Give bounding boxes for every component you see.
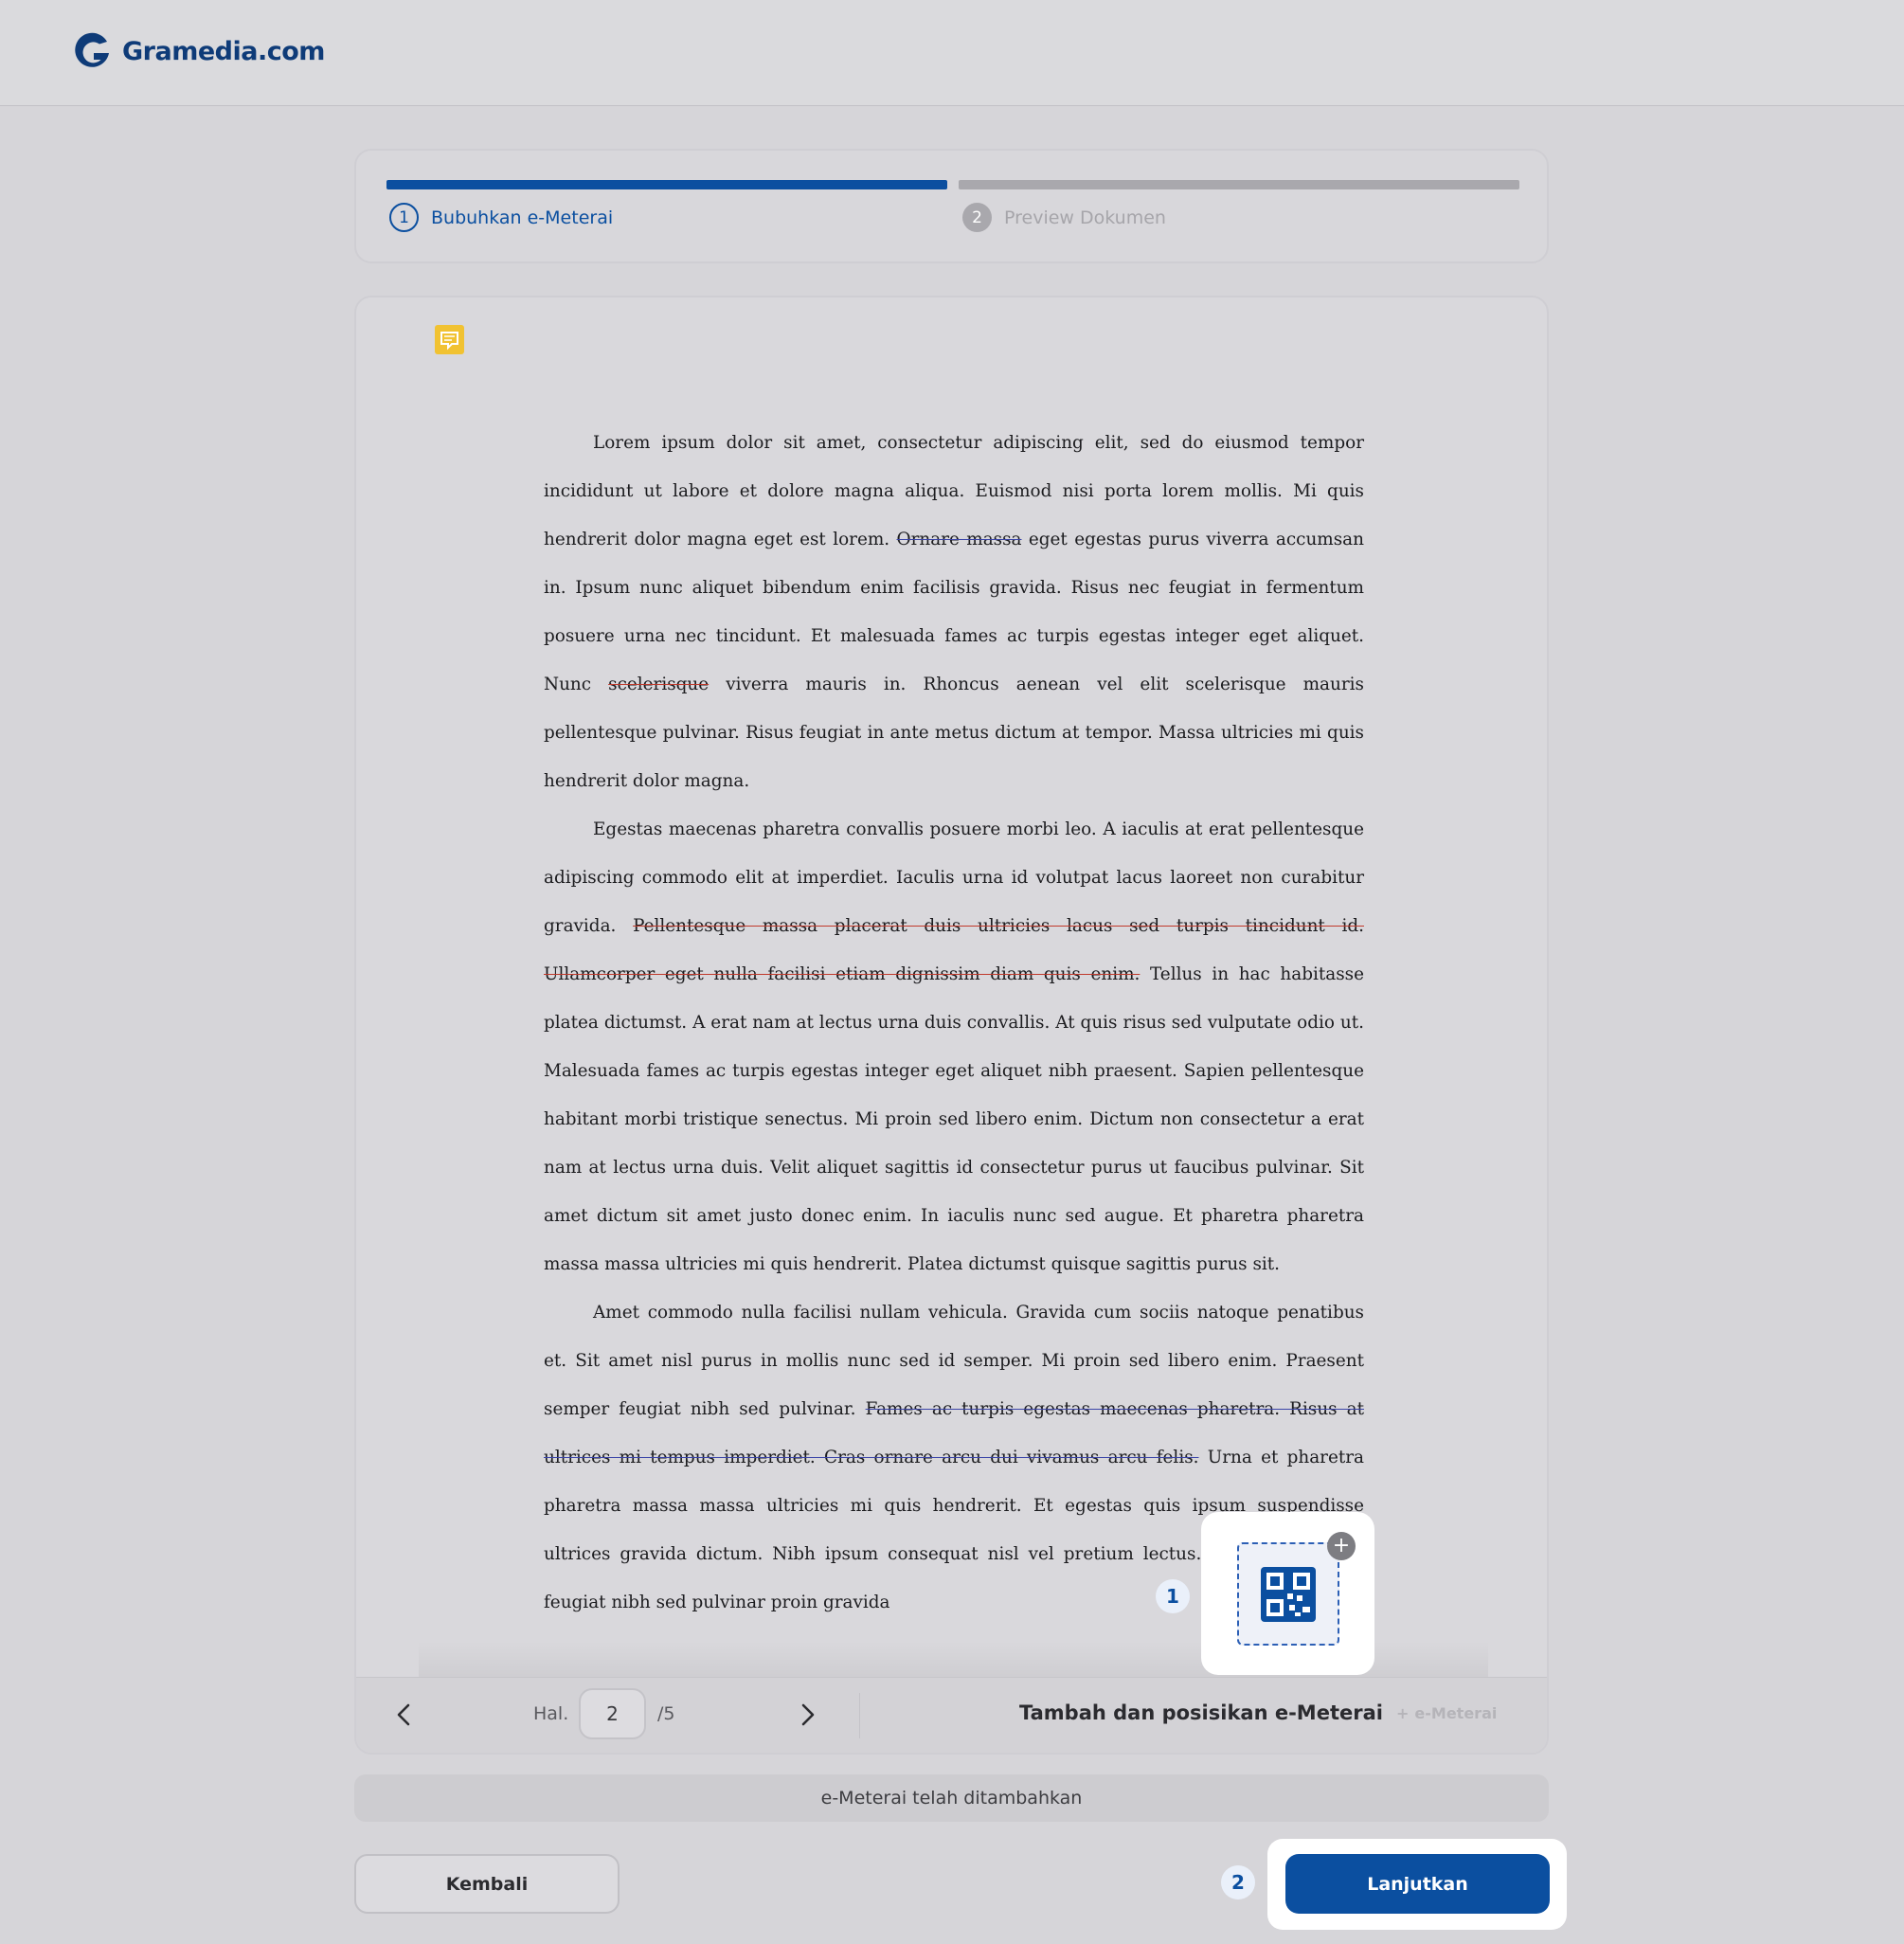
back-button[interactable]: Kembali	[354, 1854, 620, 1914]
step-bubuhkan-e-meterai: 1 Bubuhkan e-Meterai	[389, 203, 613, 232]
status-message: e-Meterai telah ditambahkan	[354, 1774, 1549, 1822]
step-1-progress-bar	[386, 180, 947, 189]
continue-button[interactable]: Lanjutkan	[1285, 1854, 1550, 1914]
e-meterai-stamp[interactable]	[1237, 1542, 1339, 1646]
gramedia-g-icon	[75, 32, 109, 67]
step-preview-dokumen: 2 Preview Dokumen	[962, 203, 1166, 232]
step-marker-1: 1	[1156, 1579, 1190, 1613]
document-body: Lorem ipsum dolor sit amet, consectetur …	[544, 419, 1364, 1627]
plus-icon: +	[1396, 1704, 1410, 1722]
add-e-meterai-label: e-Meterai	[1414, 1704, 1498, 1722]
e-meterai-highlight: +	[1201, 1512, 1374, 1675]
step-label: Preview Dokumen	[1004, 207, 1166, 228]
step-label: Bubuhkan e-Meterai	[431, 207, 614, 228]
paragraph: Lorem ipsum dolor sit amet, consectetur …	[544, 419, 1364, 805]
toolbar-divider	[859, 1693, 860, 1738]
deleted-text: Ornare massa	[896, 530, 1022, 549]
chevron-left-icon[interactable]	[390, 1701, 419, 1729]
text-segment: Tellus in hac habitasse platea dictumst.…	[544, 964, 1364, 1274]
pager-title: Tambah dan posisikan e-Meterai	[1019, 1701, 1383, 1724]
step-number: 2	[962, 203, 992, 232]
text-segment: eget egestas purus viverra accumsan in. …	[544, 530, 1364, 694]
progress-stepper: 1 Bubuhkan e-Meterai 2 Preview Dokumen	[354, 149, 1549, 263]
page-total: /5	[657, 1703, 675, 1724]
step-marker-2: 2	[1221, 1865, 1255, 1899]
step-2-progress-bar	[959, 180, 1519, 189]
add-e-meterai-button[interactable]: + e-Meterai	[1396, 1704, 1497, 1722]
step-number: 1	[389, 203, 419, 232]
gramedia-logo[interactable]: Gramedia.com	[71, 30, 325, 72]
paragraph: Egestas maecenas pharetra convallis posu…	[544, 805, 1364, 1288]
add-stamp-icon[interactable]: +	[1327, 1532, 1356, 1560]
continue-highlight: Lanjutkan	[1267, 1839, 1567, 1930]
comment-icon[interactable]	[434, 324, 465, 355]
top-header: Gramedia.com	[0, 0, 1904, 106]
logo-text: Gramedia.com	[122, 36, 325, 66]
deleted-text: scelerisque	[608, 675, 710, 694]
page-label: Hal.	[533, 1703, 569, 1724]
page-number-input[interactable]	[579, 1688, 646, 1739]
chevron-right-icon[interactable]	[793, 1701, 821, 1729]
qr-code-icon	[1261, 1566, 1316, 1622]
pager-toolbar: Hal. /5 Tambah dan posisikan e-Meterai +…	[356, 1677, 1547, 1753]
